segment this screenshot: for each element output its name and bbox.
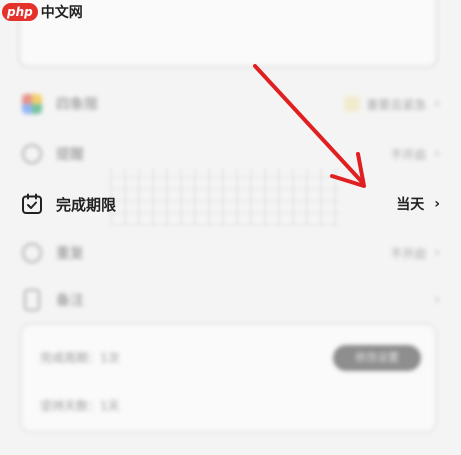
watermark-badge: php bbox=[2, 3, 38, 21]
row-repeat-label: 重复 bbox=[56, 246, 84, 262]
row-repeat[interactable]: 重复 不开启 › bbox=[20, 235, 440, 271]
chevron-right-icon: › bbox=[434, 245, 440, 261]
chevron-right-icon: › bbox=[434, 292, 440, 308]
row-deadline[interactable]: 完成期限 当天 › bbox=[20, 186, 440, 222]
row-quadrant-value: 重要且紧急 bbox=[366, 97, 427, 112]
row-notes[interactable]: 备注 › bbox=[20, 282, 440, 318]
row-reminder[interactable]: 提醒 不开启 › bbox=[20, 136, 440, 172]
info-line-days: 坚持天数：1天 bbox=[40, 399, 120, 413]
row-quadrant[interactable]: 四象限 重要且紧急 › bbox=[20, 86, 440, 122]
modify-settings-button[interactable]: 修改设置 bbox=[333, 345, 421, 371]
calendar-check-icon bbox=[22, 193, 42, 214]
row-deadline-label: 完成期限 bbox=[56, 195, 117, 214]
note-icon bbox=[20, 288, 44, 312]
row-reminder-label: 提醒 bbox=[56, 147, 84, 163]
chevron-right-icon: › bbox=[434, 96, 440, 112]
row-reminder-value: 不开启 bbox=[390, 147, 427, 162]
alarm-icon bbox=[20, 142, 44, 166]
row-deadline-value: 当天 bbox=[396, 197, 425, 213]
chevron-right-icon: › bbox=[434, 196, 440, 212]
row-repeat-value: 不开启 bbox=[390, 246, 427, 261]
repeat-icon bbox=[20, 241, 44, 265]
watermark-text: 中文网 bbox=[40, 5, 83, 21]
chevron-right-icon: › bbox=[434, 146, 440, 162]
quadrant-badge-icon bbox=[344, 96, 361, 112]
watermark-logo: php 中文网 bbox=[2, 2, 83, 22]
quadrant-icon bbox=[20, 92, 44, 116]
row-notes-label: 备注 bbox=[56, 293, 84, 309]
info-line-cycle: 完成周期：1次 bbox=[40, 351, 120, 365]
row-quadrant-label: 四象限 bbox=[56, 97, 98, 113]
habit-info-card: 完成周期：1次 坚持天数：1天 修改设置 bbox=[20, 323, 437, 433]
